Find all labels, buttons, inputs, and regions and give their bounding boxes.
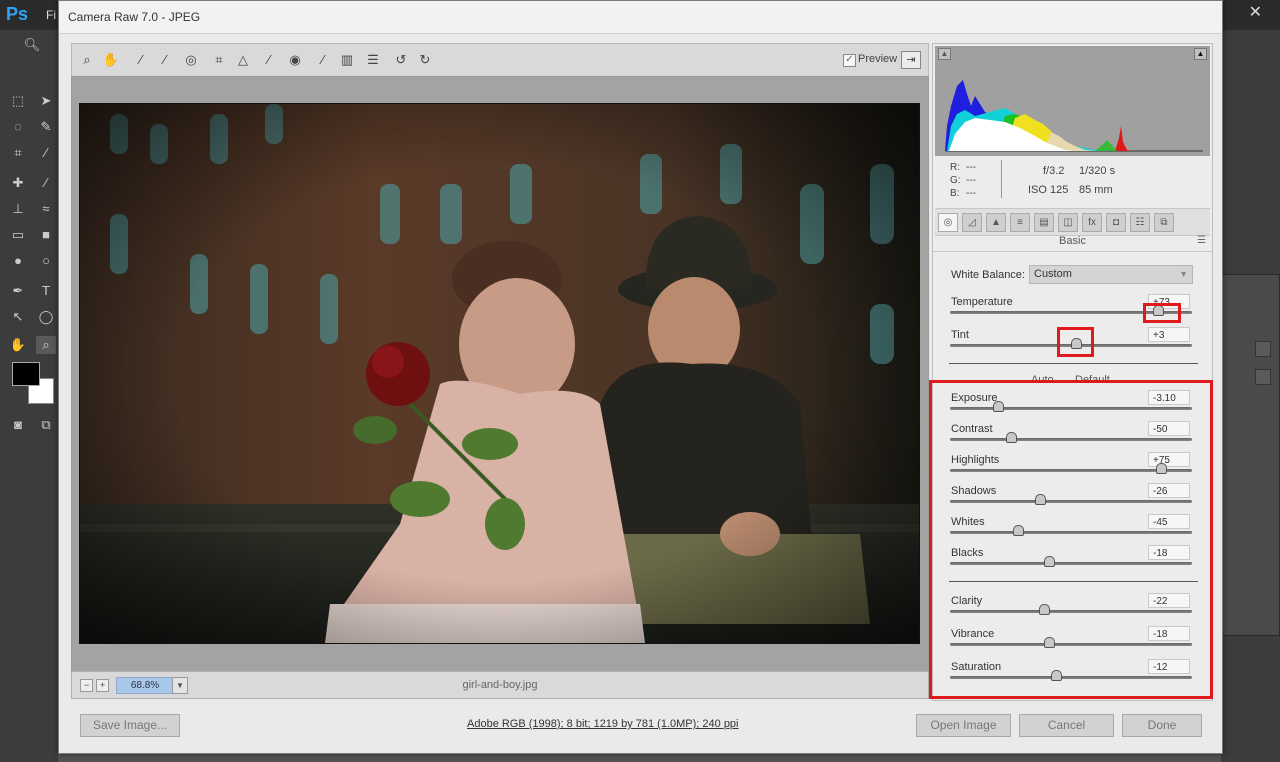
photo-preview xyxy=(79,103,920,644)
panel-menu-icon[interactable]: ☰ xyxy=(1197,235,1206,246)
white-balance-select[interactable]: Custom ▼ xyxy=(1029,265,1193,284)
chevron-down-icon: ▼ xyxy=(1179,269,1188,279)
type-tool-icon[interactable]: T xyxy=(36,282,56,300)
rotate-right-icon[interactable]: ↻ xyxy=(416,51,434,69)
dodge-tool-icon[interactable]: ○ xyxy=(36,252,56,270)
photoshop-toolbox: ⬚ ➤ ◌ ✎ ⌗ ⁄ ✚ ⁄ ⊥ ≈ ▭ ■ ● ○ ✒ T ↖ ◯ ✋ ⌕ … xyxy=(0,60,58,762)
temperature-highlight-box xyxy=(1143,303,1181,323)
preview-checkbox[interactable]: ✓ xyxy=(843,54,856,67)
photoshop-layers-panel xyxy=(1222,274,1280,636)
color-sampler-icon[interactable]: ⁄ xyxy=(156,51,174,69)
quick-select-tool-icon[interactable]: ✎ xyxy=(36,118,56,136)
pen-tool-icon[interactable]: ✒ xyxy=(8,282,28,300)
tint-label: Tint xyxy=(951,329,969,341)
quick-mask-icon[interactable]: ◙ xyxy=(8,416,28,434)
move-tool-icon[interactable]: ➤ xyxy=(36,92,56,110)
detail-tab-icon[interactable]: ▲ xyxy=(986,213,1006,232)
histogram-graph xyxy=(945,80,1203,152)
white-balance-value: Custom xyxy=(1034,268,1072,280)
zoom-icon[interactable]: ⌕ xyxy=(78,51,96,69)
hand-tool-icon[interactable]: ✋ xyxy=(8,336,28,354)
divider xyxy=(949,363,1198,364)
effects-tab-icon[interactable]: fx xyxy=(1082,213,1102,232)
lens-corrections-tab-icon[interactable]: ◫ xyxy=(1058,213,1078,232)
dropdown-icon[interactable] xyxy=(1255,341,1271,357)
panel-tabs: ◎ ◿ ▲ ≡ ▤ ◫ fx ◘ ☷ ⧉ xyxy=(935,208,1210,236)
healing-tool-icon[interactable]: ✚ xyxy=(8,174,28,192)
camera-calibration-tab-icon[interactable]: ◘ xyxy=(1106,213,1126,232)
basic-tab-icon[interactable]: ◎ xyxy=(938,213,958,232)
foreground-color-swatch[interactable] xyxy=(12,362,40,386)
graduated-filter-icon[interactable]: ▥ xyxy=(338,51,356,69)
preview-statusbar: − + 68.8% ▼ girl-and-boy.jpg xyxy=(71,671,929,699)
save-image-button[interactable]: Save Image... xyxy=(80,714,180,737)
menu-file[interactable]: Fi xyxy=(46,8,56,22)
presets-tab-icon[interactable]: ☷ xyxy=(1130,213,1150,232)
tone-sliders-highlight-box xyxy=(929,380,1213,699)
brush-tool-icon[interactable]: ⁄ xyxy=(36,174,56,192)
white-balance-label: White Balance: xyxy=(951,269,1025,281)
marquee-tool-icon[interactable]: ⬚ xyxy=(8,92,28,110)
hand-icon[interactable]: ✋ xyxy=(102,51,120,69)
screen-mode-icon[interactable]: ⧉ xyxy=(36,416,56,434)
white-balance-icon[interactable]: ⁄ xyxy=(132,51,150,69)
aperture-value: f/3.2 xyxy=(1043,165,1065,177)
history-brush-icon[interactable]: ≈ xyxy=(36,200,56,218)
green-readout-label: G: xyxy=(950,175,961,186)
eyedropper-tool-icon[interactable]: ⁄ xyxy=(36,144,56,162)
crop-icon[interactable]: ⌗ xyxy=(210,51,228,69)
workflow-options-link[interactable]: Adobe RGB (1998); 8 bit; 1219 by 781 (1.… xyxy=(467,718,739,730)
zoom-tool-icon[interactable]: 🔍︎ xyxy=(22,36,42,54)
zoom-tool-icon[interactable]: ⌕ xyxy=(36,336,56,354)
red-readout-value: --- xyxy=(966,162,976,173)
photo-image xyxy=(80,104,919,643)
preferences-icon[interactable]: ☰ xyxy=(364,51,382,69)
path-select-icon[interactable]: ↖ xyxy=(8,308,28,326)
gradient-tool-icon[interactable]: ■ xyxy=(36,226,56,244)
focal-length-value: 85 mm xyxy=(1079,184,1113,196)
blue-readout-value: --- xyxy=(966,188,976,199)
fullscreen-toggle-icon[interactable]: ⇥ xyxy=(901,51,921,69)
shape-tool-icon[interactable]: ◯ xyxy=(36,308,56,326)
eraser-tool-icon[interactable]: ▭ xyxy=(8,226,28,244)
file-name: girl-and-boy.jpg xyxy=(462,679,538,691)
targeted-adjustment-icon[interactable]: ◎ xyxy=(182,51,200,69)
hsl-tab-icon[interactable]: ≡ xyxy=(1010,213,1030,232)
snapshots-tab-icon[interactable]: ⧉ xyxy=(1154,213,1174,232)
histogram: ▲ ▲ xyxy=(935,46,1210,156)
image-preview-area[interactable] xyxy=(71,76,929,672)
photoshop-logo: Ps xyxy=(6,4,29,24)
stamp-tool-icon[interactable]: ⊥ xyxy=(8,200,28,218)
tint-highlight-box xyxy=(1057,327,1094,357)
dialog-title: Camera Raw 7.0 - JPEG xyxy=(68,10,201,24)
cancel-button[interactable]: Cancel xyxy=(1019,714,1114,737)
lasso-tool-icon[interactable]: ◌ xyxy=(8,118,28,136)
open-image-button[interactable]: Open Image xyxy=(916,714,1011,737)
close-icon[interactable]: ✕ xyxy=(1249,2,1262,22)
straighten-icon[interactable]: △ xyxy=(234,51,252,69)
blue-readout-label: B: xyxy=(950,188,960,199)
tone-curve-tab-icon[interactable]: ◿ xyxy=(962,213,982,232)
adjustment-brush-icon[interactable]: ⁄ xyxy=(314,51,332,69)
camera-raw-toolbar: ⌕ ✋ ⁄ ⁄ ◎ ⌗ △ ⁄ ◉ ⁄ ▥ ☰ ↺ ↻ ✓ Preview ⇥ xyxy=(71,43,929,77)
iso-value: ISO 125 xyxy=(1028,184,1069,196)
split-toning-tab-icon[interactable]: ▤ xyxy=(1034,213,1054,232)
red-readout-label: R: xyxy=(950,162,960,173)
preview-label: Preview xyxy=(858,53,898,65)
crop-tool-icon[interactable]: ⌗ xyxy=(8,144,28,162)
temperature-label: Temperature xyxy=(951,296,1013,308)
tint-value-field[interactable]: +3 xyxy=(1148,327,1190,342)
red-eye-icon[interactable]: ◉ xyxy=(286,51,304,69)
spot-removal-icon[interactable]: ⁄ xyxy=(260,51,278,69)
rotate-left-icon[interactable]: ↺ xyxy=(392,51,410,69)
shutter-speed-value: 1/320 s xyxy=(1079,165,1116,177)
dropdown-icon[interactable] xyxy=(1255,369,1271,385)
panel-title: Basic xyxy=(1059,235,1086,247)
done-button[interactable]: Done xyxy=(1122,714,1202,737)
green-readout-value: --- xyxy=(966,175,976,186)
dialog-titlebar: Camera Raw 7.0 - JPEG xyxy=(59,1,1222,34)
blur-tool-icon[interactable]: ● xyxy=(8,252,28,270)
divider xyxy=(933,251,1212,252)
info-divider xyxy=(1001,160,1002,198)
